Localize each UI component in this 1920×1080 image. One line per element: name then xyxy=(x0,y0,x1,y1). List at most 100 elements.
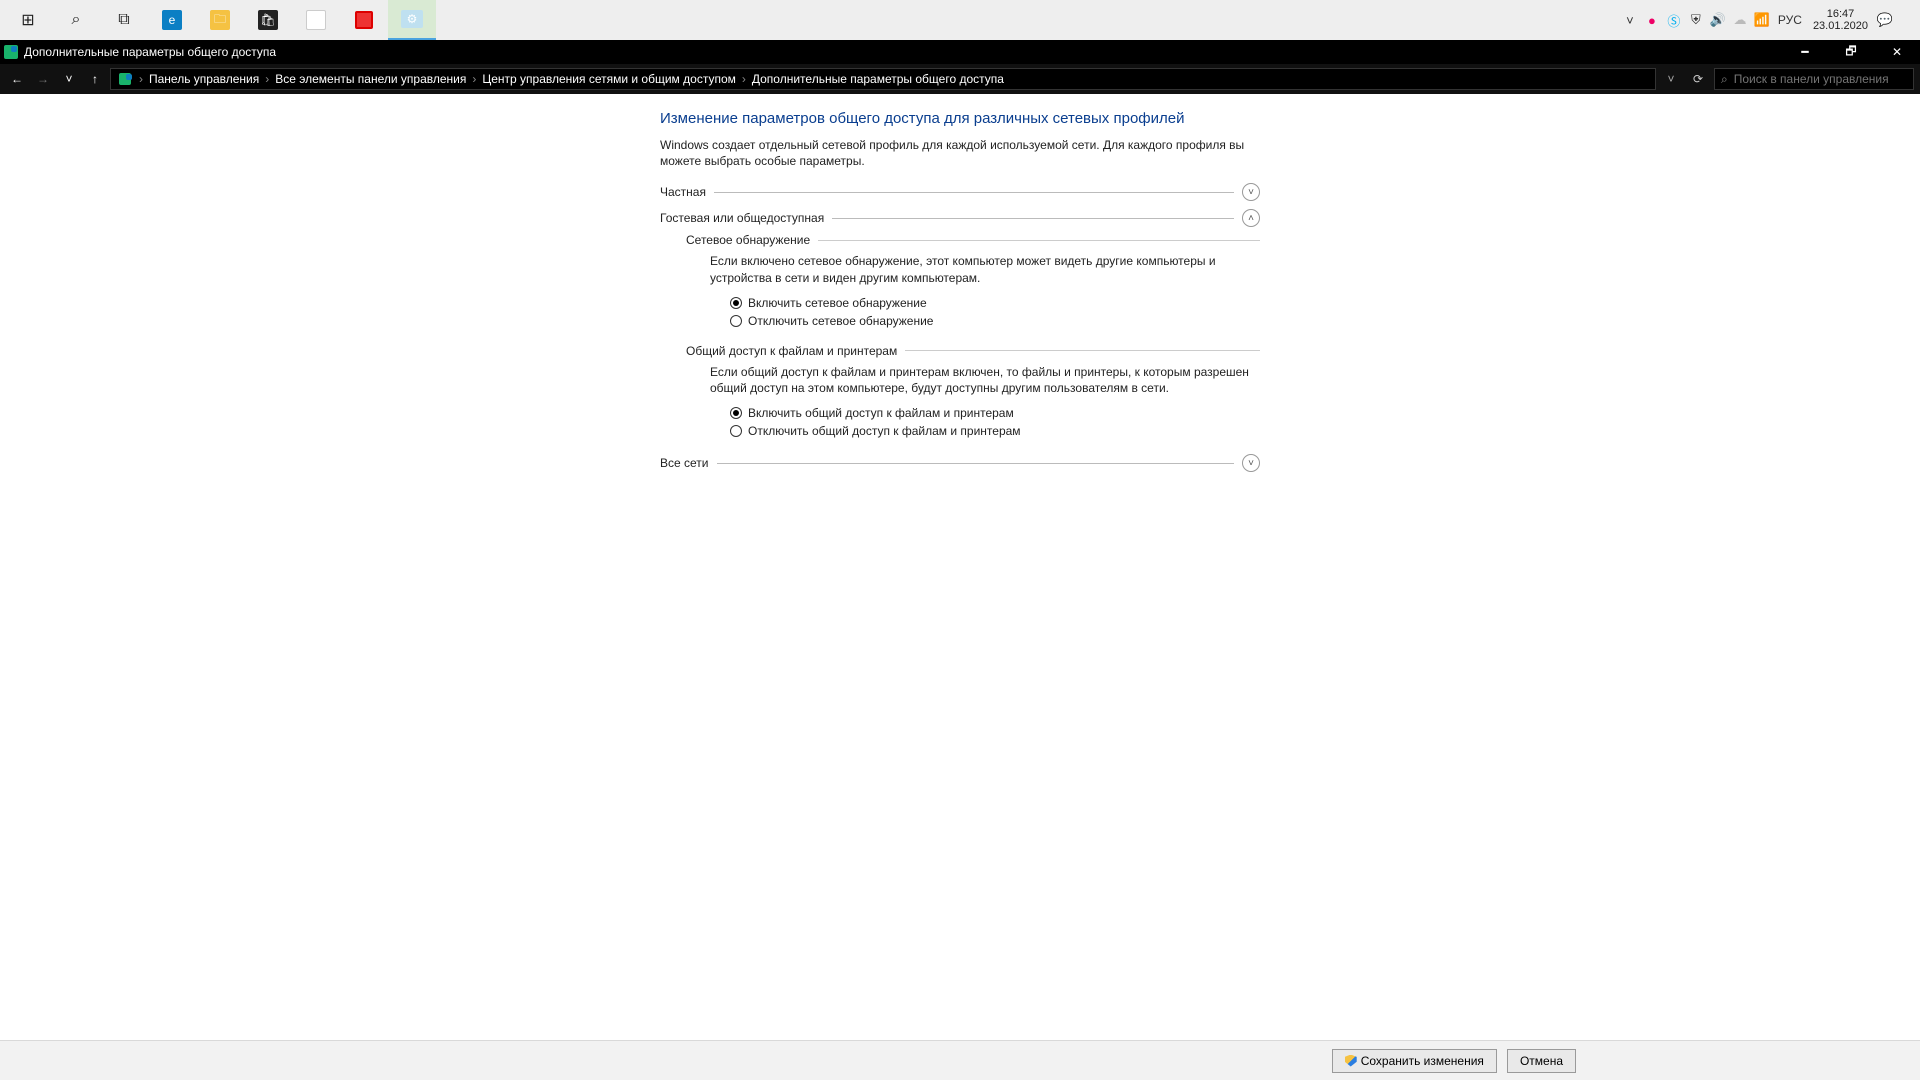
arrow-left-icon: ← xyxy=(11,72,23,86)
taskview-button[interactable]: ⧉ xyxy=(100,0,148,40)
section-guest[interactable]: Гостевая или общедоступная ˄ xyxy=(660,209,1260,227)
group-network-discovery-header: Сетевое обнаружение xyxy=(686,233,1260,247)
search-input[interactable] xyxy=(1734,72,1907,86)
expand-private-button[interactable]: ˅ xyxy=(1242,183,1260,201)
explorer-toolbar: ← → ˅ ↑ › Панель управления › Все элемен… xyxy=(0,64,1920,94)
close-icon: ✕ xyxy=(1892,45,1902,59)
taskbar-app-edge[interactable]: e xyxy=(148,0,196,40)
section-private[interactable]: Частная ˅ xyxy=(660,183,1260,201)
breadcrumb-dropdown[interactable]: ˅ xyxy=(1660,68,1682,90)
group-title: Сетевое обнаружение xyxy=(686,233,810,247)
cloud-icon: ☁ xyxy=(1733,12,1746,28)
radio-network-discovery-off[interactable]: Отключить сетевое обнаружение xyxy=(730,312,1260,330)
tray-onedrive[interactable]: ☁ xyxy=(1729,0,1751,40)
red-app-icon xyxy=(355,11,373,29)
chevron-up-icon: ˄ xyxy=(1248,213,1254,224)
save-button[interactable]: Сохранить изменения xyxy=(1332,1049,1497,1073)
shield-icon: ⛨ xyxy=(1691,12,1701,28)
group-network-discovery-desc: Если включено сетевое обнаружение, этот … xyxy=(710,253,1260,285)
radio-file-sharing-off[interactable]: Отключить общий доступ к файлам и принте… xyxy=(730,422,1260,440)
chevron-down-icon: ˅ xyxy=(1248,458,1254,469)
nav-forward[interactable]: → xyxy=(32,68,54,90)
speaker-icon: 🔊 xyxy=(1710,12,1726,28)
minimize-button[interactable]: ━ xyxy=(1782,40,1828,64)
chrome-icon: ◎ xyxy=(306,10,326,30)
uac-shield-icon xyxy=(1345,1055,1357,1067)
refresh-button[interactable]: ⟳ xyxy=(1686,68,1710,90)
breadcrumb[interactable]: › Панель управления › Все элементы панел… xyxy=(110,68,1656,90)
minimize-icon: ━ xyxy=(1801,45,1808,59)
group-file-sharing-desc: Если общий доступ к файлам и принтерам в… xyxy=(710,364,1260,396)
maximize-button[interactable]: 🗗 xyxy=(1828,40,1874,64)
arrow-right-icon: → xyxy=(37,72,49,86)
chevron-down-icon: ˅ xyxy=(65,72,72,86)
window-titlebar: Дополнительные параметры общего доступа … xyxy=(0,40,1920,64)
radio-icon xyxy=(730,315,742,327)
search-icon: ⌕ xyxy=(1721,72,1728,87)
divider xyxy=(905,350,1260,351)
tray-skype[interactable]: Ⓢ xyxy=(1663,0,1685,40)
breadcrumb-sep-icon: › xyxy=(470,72,478,86)
breadcrumb-sep-icon: › xyxy=(263,72,271,86)
radio-icon xyxy=(730,297,742,309)
cancel-button[interactable]: Отмена xyxy=(1507,1049,1576,1073)
tray-clock[interactable]: 16:47 23.01.2020 xyxy=(1807,8,1874,32)
taskbar-app-chrome[interactable]: ◎ xyxy=(292,0,340,40)
divider xyxy=(818,240,1260,241)
divider xyxy=(832,218,1234,219)
arrow-up-icon: ↑ xyxy=(92,72,98,86)
refresh-icon: ⟳ xyxy=(1693,72,1703,86)
taskbar-app-explorer[interactable]: 🗀 xyxy=(196,0,244,40)
tray-security[interactable]: ⛨ xyxy=(1685,0,1707,40)
taskbar-app-red[interactable] xyxy=(340,0,388,40)
breadcrumb-seg-0[interactable]: Панель управления xyxy=(149,72,259,86)
breadcrumb-sep-icon: › xyxy=(740,72,748,86)
footer-buttons: Сохранить изменения Отмена xyxy=(340,1049,1580,1073)
divider xyxy=(717,463,1235,464)
close-button[interactable]: ✕ xyxy=(1874,40,1920,64)
save-label: Сохранить изменения xyxy=(1361,1054,1484,1068)
taskview-icon: ⧉ xyxy=(118,11,129,29)
breadcrumb-seg-2[interactable]: Центр управления сетями и общим доступом xyxy=(482,72,736,86)
tray-app-1[interactable]: ● xyxy=(1641,0,1663,40)
radio-network-discovery-on[interactable]: Включить сетевое обнаружение xyxy=(730,294,1260,312)
window-icon xyxy=(4,45,18,59)
tray-date: 23.01.2020 xyxy=(1813,20,1868,32)
nav-back[interactable]: ← xyxy=(6,68,28,90)
orb-icon: ● xyxy=(1648,13,1656,28)
chevron-down-icon: ˅ xyxy=(1248,187,1254,198)
window-title: Дополнительные параметры общего доступа xyxy=(24,45,276,59)
tray-overflow[interactable]: ˅ xyxy=(1619,0,1641,40)
tray-notifications[interactable]: 💬 xyxy=(1874,0,1896,40)
radio-label: Включить сетевое обнаружение xyxy=(748,294,927,312)
radio-label: Включить общий доступ к файлам и принтер… xyxy=(748,404,1014,422)
radio-file-sharing-on[interactable]: Включить общий доступ к файлам и принтер… xyxy=(730,404,1260,422)
breadcrumb-seg-3[interactable]: Дополнительные параметры общего доступа xyxy=(752,72,1004,86)
tray-language[interactable]: РУС xyxy=(1773,0,1807,40)
breadcrumb-icon xyxy=(117,73,133,85)
radio-label: Отключить сетевое обнаружение xyxy=(748,312,933,330)
tray-network[interactable]: 📶 xyxy=(1751,0,1773,40)
nav-up[interactable]: ↑ xyxy=(84,68,106,90)
section-all-networks[interactable]: Все сети ˅ xyxy=(660,454,1260,472)
breadcrumb-seg-1[interactable]: Все элементы панели управления xyxy=(275,72,466,86)
start-button[interactable]: ⊞ xyxy=(4,0,52,40)
expand-all-button[interactable]: ˅ xyxy=(1242,454,1260,472)
search-button[interactable]: ⌕ xyxy=(52,0,100,40)
radio-icon xyxy=(730,407,742,419)
page-description: Windows создает отдельный сетевой профил… xyxy=(660,137,1260,169)
taskbar-app-controlpanel[interactable]: ⚙ xyxy=(388,0,436,40)
skype-icon: Ⓢ xyxy=(1667,11,1680,30)
wifi-icon: 📶 xyxy=(1754,12,1770,28)
tray-time: 16:47 xyxy=(1827,8,1855,20)
windows-taskbar: ⊞ ⌕ ⧉ e 🗀 🛍 ◎ ⚙ ˅ ● Ⓢ ⛨ 🔊 ☁ 📶 РУС 16:47 … xyxy=(0,0,1920,40)
taskbar-app-store[interactable]: 🛍 xyxy=(244,0,292,40)
tray-show-desktop[interactable] xyxy=(1896,0,1916,40)
nav-recent[interactable]: ˅ xyxy=(58,68,80,90)
section-private-label: Частная xyxy=(660,185,706,199)
collapse-guest-button[interactable]: ˄ xyxy=(1242,209,1260,227)
tray-volume[interactable]: 🔊 xyxy=(1707,0,1729,40)
search-box[interactable]: ⌕ xyxy=(1714,68,1914,90)
folder-icon: 🗀 xyxy=(210,10,230,30)
section-all-label: Все сети xyxy=(660,456,709,470)
